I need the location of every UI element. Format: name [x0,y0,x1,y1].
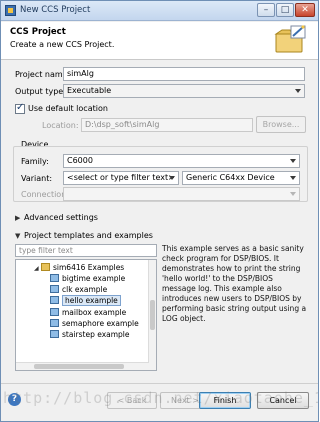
finish-button[interactable]: Finish [199,392,251,409]
folder-icon [41,263,50,271]
use-default-location-checkbox[interactable] [15,102,25,114]
tree-item[interactable]: bigtime example [50,273,125,284]
help-icon[interactable]: ? [8,393,21,406]
family-label: Family: [21,157,49,166]
page-title: CCS Project [10,27,66,37]
button-bar-divider [1,383,318,384]
location-label: Location: [42,121,79,130]
tree-horizontal-scrollbar[interactable] [16,362,149,370]
tree-item[interactable]: semaphore example [50,318,139,329]
output-type-value: Executable [67,86,112,95]
collapse-triangle-icon[interactable]: ◢ [34,263,41,274]
output-type-label: Output type: [15,87,66,96]
location-field[interactable]: D:\dsp_soft\simAlg [81,118,253,132]
window-title: New CCS Project [20,5,91,15]
use-default-location-label: Use default location [28,104,108,113]
variant-label: Variant: [21,174,53,183]
project-icon [50,319,59,327]
tree-item-selected[interactable]: hello example [50,295,121,306]
browse-button[interactable]: Browse... [256,116,306,133]
variant-filter-text: <select or type filter text> [67,173,175,182]
connection-label: Connection: [21,190,69,199]
template-description: This example serves as a basic sanity ch… [162,244,308,371]
variant-select[interactable]: Generic C64xx Device [182,171,300,185]
chevron-down-icon [295,89,301,93]
project-name-field[interactable]: simAlg [63,67,305,81]
close-button[interactable]: ✕ [295,3,315,17]
family-select[interactable]: C6000 [63,154,300,168]
back-button[interactable]: < Back [107,392,157,409]
project-icon [50,308,59,316]
expand-triangle-icon[interactable]: ▶ [15,214,20,222]
maximize-button[interactable]: □ [276,3,294,17]
project-name-label: Project name: [15,70,71,79]
cancel-button[interactable]: Cancel [257,392,309,409]
variant-filter-select[interactable]: <select or type filter text> [63,171,179,185]
chevron-down-icon [169,176,175,180]
title-bar[interactable]: New CCS Project – □ ✕ [1,1,318,21]
tree-vertical-scrollbar[interactable] [148,260,156,370]
variant-value: Generic C64xx Device [186,173,275,182]
chevron-down-icon [290,176,296,180]
minimize-button[interactable]: – [257,3,275,17]
new-ccs-project-dialog: New CCS Project – □ ✕ CCS Project Create… [0,0,319,422]
collapse-triangle-icon[interactable]: ▼ [15,232,20,240]
ccs-app-icon [5,5,16,16]
scrollbar-thumb[interactable] [150,300,155,330]
output-type-select[interactable]: Executable [63,84,305,98]
tree-item[interactable]: mailbox example [50,307,126,318]
chevron-down-icon [290,192,296,196]
tree-item[interactable]: clk example [50,284,107,295]
template-tree[interactable]: ◢ sim6416 Examples bigtime example clk ex… [15,259,157,371]
project-icon [50,274,59,282]
folder-wizard-icon [274,25,306,53]
page-subtitle: Create a new CCS Project. [10,40,115,49]
project-icon [50,285,59,293]
templates-section-toggle[interactable]: Project templates and examples [24,231,153,240]
project-icon [50,296,59,304]
chevron-down-icon [290,159,296,163]
tree-item[interactable]: stairstep example [50,329,130,340]
tree-item-folder[interactable]: ◢ sim6416 Examples [34,262,124,273]
advanced-settings-toggle[interactable]: Advanced settings [24,213,98,222]
scrollbar-thumb[interactable] [34,364,124,369]
template-filter-input[interactable]: type filter text [15,244,157,257]
wizard-header: CCS Project Create a new CCS Project. [1,22,318,60]
project-icon [50,330,59,338]
family-value: C6000 [67,156,93,165]
connection-select[interactable] [63,187,300,201]
